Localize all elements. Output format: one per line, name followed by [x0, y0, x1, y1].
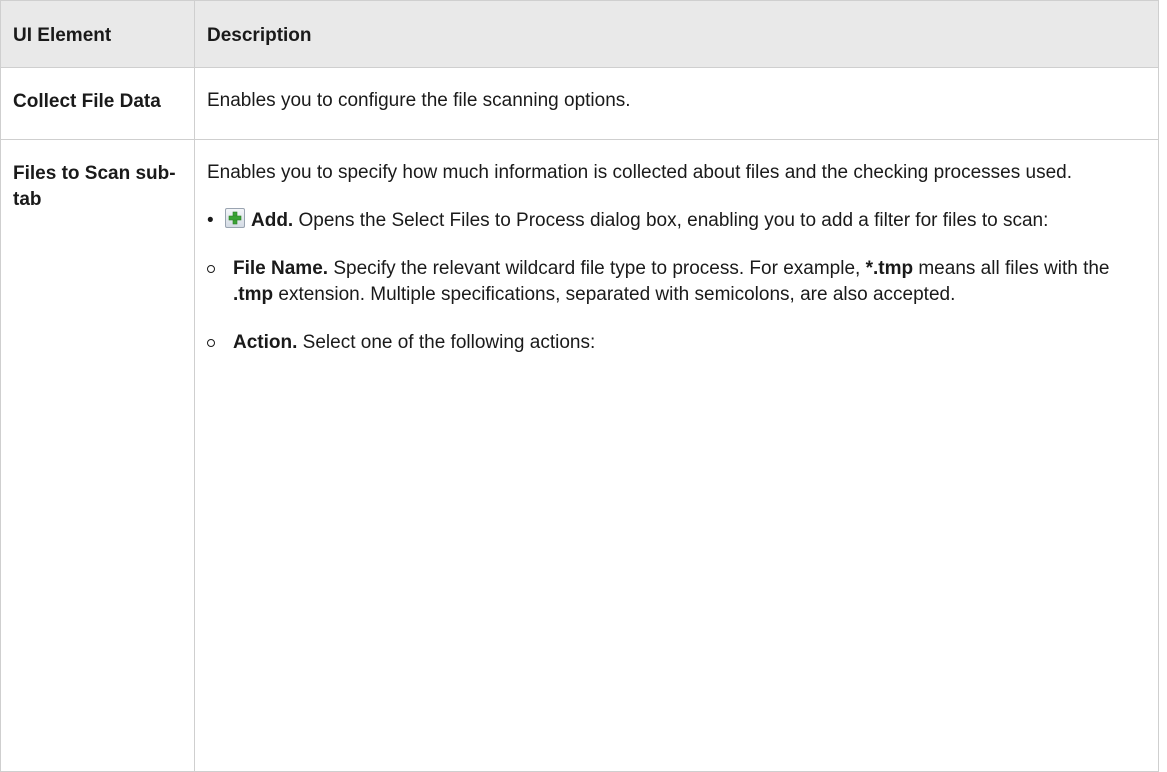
- sub-list-item-action: Action. Select one of the following acti…: [207, 330, 1146, 356]
- bullet-dot: •: [207, 210, 214, 231]
- table-row: Collect File Data Enables you to configu…: [0, 67, 1159, 140]
- file-name-text: extension. Multiple specifications, sepa…: [273, 284, 956, 305]
- file-pattern-example: *.tmp: [865, 258, 914, 279]
- file-name-text: Specify the relevant wildcard file type …: [328, 258, 866, 279]
- add-label: Add.: [251, 210, 294, 231]
- header-description: Description: [194, 0, 1159, 68]
- file-extension-example: .tmp: [233, 284, 274, 305]
- file-name-label: File Name.: [233, 258, 329, 279]
- header-ui-element: UI Element: [0, 0, 195, 68]
- circle-bullet-icon: [207, 265, 215, 273]
- action-text: Select one of the following actions:: [297, 332, 596, 353]
- ui-element-table: UI Element Description Collect File Data…: [0, 0, 1159, 772]
- add-icon: [225, 208, 245, 228]
- add-description: Opens the Select Files to Process dialog…: [293, 210, 1049, 231]
- row-description: Enables you to configure the file scanni…: [194, 67, 1159, 140]
- circle-bullet-icon: [207, 339, 215, 347]
- row-description: Enables you to specify how much informat…: [207, 162, 1072, 183]
- row-element-name: Files to Scan sub-tab: [0, 139, 195, 772]
- file-name-text: means all files with the: [913, 258, 1110, 279]
- table-row: Files to Scan sub-tab Enables you to spe…: [0, 139, 1159, 772]
- row-element-name: Collect File Data: [0, 67, 195, 140]
- sub-list-item-file-name: File Name. Specify the relevant wildcard…: [207, 256, 1146, 308]
- table-header-row: UI Element Description: [0, 0, 1159, 68]
- action-label: Action.: [233, 332, 298, 353]
- list-item: • Add. Opens the Select Files to Process…: [207, 208, 1146, 234]
- row-description-cell: Enables you to specify how much informat…: [194, 139, 1159, 772]
